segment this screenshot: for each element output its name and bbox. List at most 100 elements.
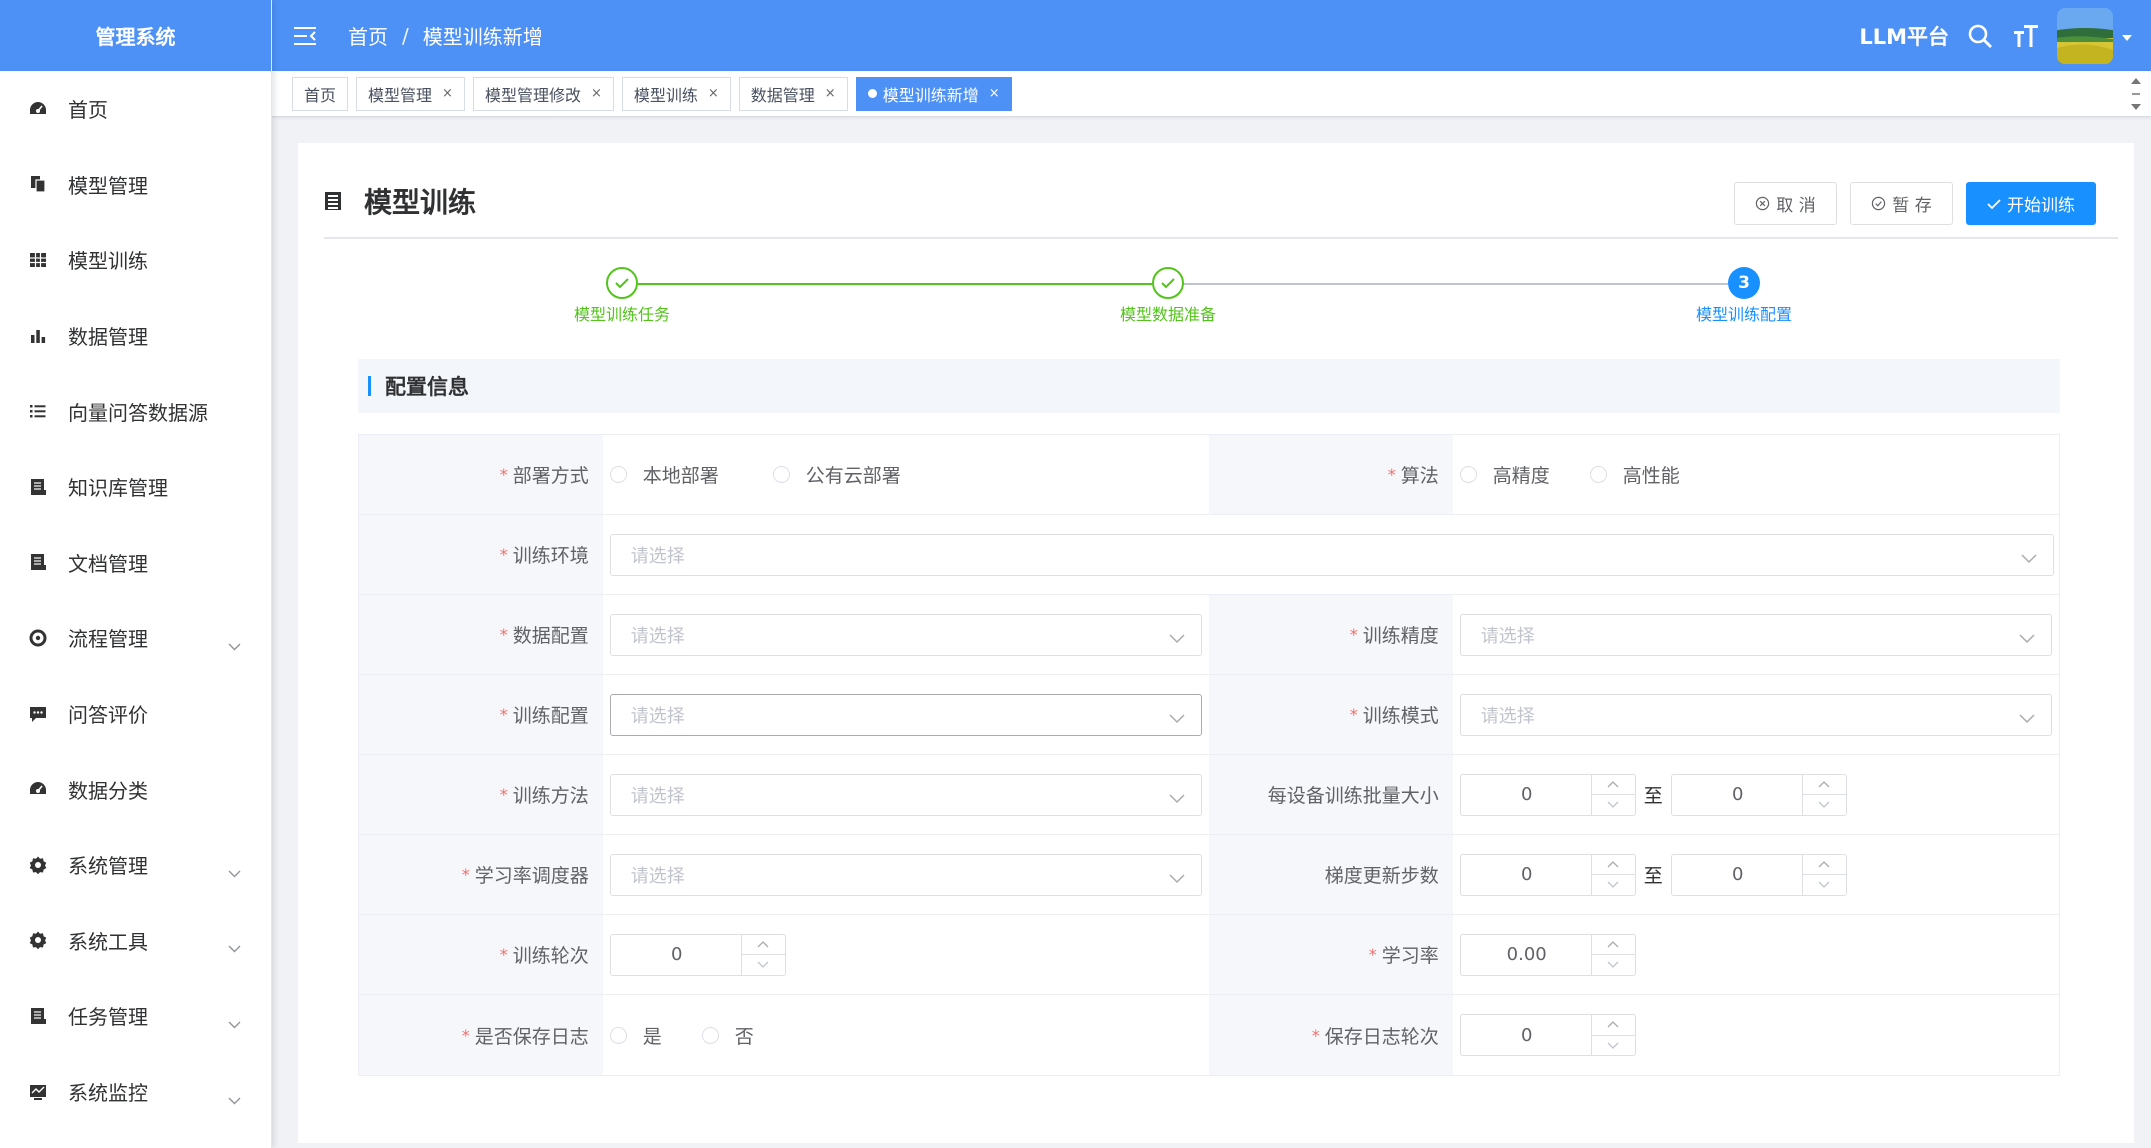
save-draft-button[interactable]: 暂 存 (1850, 182, 1953, 225)
close-icon[interactable]: × (591, 86, 602, 101)
tag-item[interactable]: 数据管理 × (738, 76, 848, 111)
tag-item[interactable]: 模型训练新增 × (855, 76, 1012, 111)
close-icon[interactable]: × (442, 86, 453, 101)
batch-size-from-stepper[interactable]: 0 (1459, 773, 1636, 816)
font-size-icon[interactable] (2011, 21, 2041, 51)
chevron-down-icon (1169, 868, 1185, 889)
platform-label[interactable]: LLM平台 (1859, 21, 1949, 51)
tag-label: 模型训练 (633, 85, 698, 105)
train-method-label: * 训练方法 (359, 755, 603, 834)
save-log-yes-radio[interactable]: 是 (609, 1022, 662, 1049)
lr-scheduler-label: * 学习率调度器 (359, 835, 603, 914)
sidebar-item[interactable]: 数据管理 (0, 298, 271, 374)
train-mode-select[interactable]: 请选择 (1459, 693, 2052, 736)
sidebar: 管理系统 首页 模型管理 模型训练 数据管理 向量问答数据源 知识库管理 文档管理 流程管理问… (0, 0, 272, 1148)
sidebar-item[interactable]: 向量问答数据源 (0, 373, 271, 449)
batch-size-to-stepper[interactable]: 0 (1670, 773, 1847, 816)
save-log-no-radio[interactable]: 否 (701, 1022, 754, 1049)
algorithm-high-performance-radio[interactable]: 高性能 (1589, 461, 1680, 488)
train-env-select[interactable]: 请选择 (609, 533, 2054, 576)
book-icon (28, 1006, 48, 1026)
sidebar-item[interactable]: 文档管理 (0, 525, 271, 601)
sidebar-item-label: 系统监控 (68, 1081, 148, 1106)
tag-item[interactable]: 模型管理修改 × (472, 76, 614, 111)
sidebar-item[interactable]: 流程管理 (0, 600, 271, 676)
algorithm-high-precision-radio[interactable]: 高精度 (1459, 461, 1550, 488)
form-row: * 训练环境 请选择 (359, 515, 2059, 595)
sidebar-item[interactable]: 系统监控 (0, 1054, 271, 1130)
sidebar-menu: 首页 模型管理 模型训练数据管理向量问答数据源 知识库管理 文档管理 流程管理问答评价数据… (0, 71, 271, 1129)
chevron-down-icon (228, 1086, 241, 1110)
sidebar-item-label: 任务管理 (68, 1005, 148, 1030)
tags-scroll-arrows[interactable] (2129, 77, 2143, 111)
train-precision-field: 请选择 (1453, 595, 2059, 674)
train-precision-label: * 训练精度 (1209, 595, 1453, 674)
data-config-select[interactable]: 请选择 (609, 613, 1202, 656)
tag-item[interactable]: 模型管理 × (356, 76, 465, 111)
tag-item[interactable]: 模型训练 × (621, 76, 731, 111)
breadcrumb-home[interactable]: 首页 (348, 21, 388, 50)
step-2-label: 模型数据准备 (1119, 305, 1216, 324)
train-config-select[interactable]: 请选择 (609, 693, 1202, 736)
close-icon[interactable]: × (825, 86, 836, 101)
sidebar-item[interactable]: 首页 (0, 71, 271, 147)
chevron-down-icon (1169, 628, 1185, 649)
learning-rate-stepper[interactable]: 0.00 (1459, 933, 1636, 976)
top-header: 首页 / 模型训练新增 LLM平台 (272, 0, 2151, 71)
train-mode-field: 请选择 (1453, 675, 2059, 754)
train-config-field: 请选择 (603, 675, 1209, 754)
decrease-icon (1592, 875, 1635, 895)
deploy-local-radio[interactable]: 本地部署 (609, 461, 719, 488)
files-icon (28, 174, 48, 194)
grad-steps-from-stepper[interactable]: 0 (1459, 853, 1636, 896)
search-icon[interactable] (1965, 21, 1995, 51)
section-accent-bar (368, 376, 371, 396)
deploy-mode-field: 本地部署 公有云部署 (603, 435, 1209, 514)
form-row: * 数据配置 请选择 * 训练精度 请选择 (359, 595, 2059, 675)
flow-icon (28, 628, 48, 648)
start-training-button[interactable]: 开始训练 (1966, 182, 2096, 225)
decrease-icon (1803, 875, 1846, 895)
caret-down-icon[interactable] (2121, 25, 2133, 47)
sidebar-item[interactable]: 问答评价 (0, 676, 271, 752)
train-method-field: 请选择 (603, 755, 1209, 834)
sidebar-item[interactable]: 数据分类 (0, 751, 271, 827)
avatar[interactable] (2057, 7, 2113, 64)
sidebar-item[interactable]: 系统管理 (0, 827, 271, 903)
sidebar-item-label: 数据管理 (68, 325, 148, 350)
decrease-icon (1592, 795, 1635, 815)
list-icon (28, 401, 48, 421)
step-1-label: 模型训练任务 (573, 305, 670, 324)
save-log-label: * 是否保存日志 (359, 995, 603, 1075)
train-method-select[interactable]: 请选择 (609, 773, 1202, 816)
sidebar-item[interactable]: 模型训练 (0, 222, 271, 298)
decrease-icon (1592, 1036, 1635, 1056)
chevron-down-icon (2019, 708, 2035, 729)
document-icon (28, 552, 48, 572)
chat-icon (28, 704, 48, 724)
train-precision-select[interactable]: 请选择 (1459, 613, 2052, 656)
lr-scheduler-select[interactable]: 请选择 (609, 853, 1202, 896)
save-log-epochs-field: 0 (1453, 995, 2059, 1075)
cancel-button[interactable]: 取 消 (1734, 182, 1837, 225)
menu-fold-icon[interactable] (292, 23, 318, 49)
tag-item[interactable]: 首页 (292, 76, 349, 111)
close-icon[interactable]: × (989, 86, 1000, 101)
sidebar-item[interactable]: 知识库管理 (0, 449, 271, 525)
sidebar-item[interactable]: 系统工具 (0, 903, 271, 979)
sidebar-item[interactable]: 模型管理 (0, 147, 271, 223)
save-log-epochs-stepper[interactable]: 0 (1459, 1014, 1636, 1056)
grad-steps-label: 梯度更新步数 (1209, 835, 1453, 914)
train-env-label: * 训练环境 (359, 515, 603, 594)
page-title-text: 模型训练 (364, 186, 477, 219)
batch-size-label: 每设备训练批量大小 (1209, 755, 1453, 834)
sidebar-item[interactable]: 任务管理 (0, 978, 271, 1054)
scroll-up-icon (2131, 78, 2141, 84)
chevron-down-icon (228, 859, 241, 883)
deploy-mode-label: * 部署方式 (359, 435, 603, 514)
deploy-cloud-radio[interactable]: 公有云部署 (772, 461, 901, 488)
grad-steps-to-stepper[interactable]: 0 (1670, 853, 1847, 896)
epochs-stepper[interactable]: 0 (609, 933, 786, 976)
sidebar-item-label: 问答评价 (68, 703, 148, 728)
close-icon[interactable]: × (708, 86, 719, 101)
